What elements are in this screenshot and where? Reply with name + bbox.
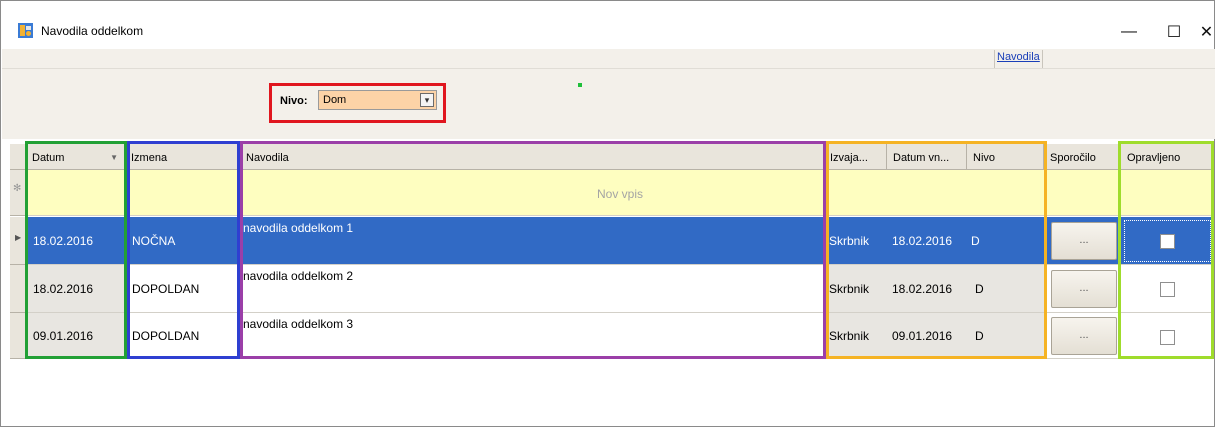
- close-button[interactable]: ✕: [1197, 17, 1215, 47]
- app-icon: [18, 23, 33, 38]
- minimize-button[interactable]: —: [1106, 17, 1152, 47]
- row-selector[interactable]: ▶: [10, 217, 26, 265]
- column-header-datum-vnosa[interactable]: Datum vn...: [887, 144, 967, 170]
- header-row-selector: [10, 144, 26, 170]
- sort-arrow-icon: ▼: [110, 153, 118, 162]
- chevron-down-icon[interactable]: ▾: [420, 93, 434, 107]
- cell-datum-vnosa[interactable]: 18.02.2016: [887, 217, 967, 265]
- asterisk-icon: ✻: [13, 183, 22, 194]
- column-header-nivo[interactable]: Nivo: [967, 144, 1044, 170]
- cell-navodila[interactable]: navodila oddelkom 2: [240, 265, 824, 313]
- current-row-icon: ▶: [15, 233, 22, 242]
- window-title: Navodila oddelkom: [41, 24, 144, 38]
- row-selector[interactable]: [10, 313, 26, 359]
- cell-izvaja[interactable]: Skrbnik: [824, 265, 887, 313]
- opravljeno-checkbox[interactable]: [1160, 330, 1175, 345]
- column-header-datum[interactable]: Datum ▼: [26, 144, 125, 170]
- nivo-select[interactable]: Dom ▾: [318, 90, 437, 110]
- cell-izmena[interactable]: DOPOLDAN: [125, 313, 240, 359]
- column-header-izmena[interactable]: Izmena: [125, 144, 240, 170]
- cell-datum[interactable]: 09.01.2016: [26, 313, 125, 359]
- app-window: Navodila oddelkom — ☐ ✕ Navodila Nivo: D…: [0, 0, 1215, 427]
- cell-izvaja[interactable]: Skrbnik: [824, 313, 887, 359]
- navodila-link[interactable]: Navodila: [994, 50, 1043, 68]
- opravljeno-checkbox[interactable]: [1160, 282, 1175, 297]
- column-header-sporocilo[interactable]: Sporočilo: [1044, 144, 1121, 170]
- filter-panel: [2, 69, 1215, 139]
- column-header-datum-label: Datum: [32, 152, 65, 164]
- new-row-placeholder: Nov vpis: [597, 187, 644, 201]
- cell-nivo[interactable]: D: [967, 217, 1044, 265]
- title-bar[interactable]: Navodila oddelkom — ☐ ✕: [1, 1, 1214, 49]
- cell-datum-vnosa[interactable]: 09.01.2016: [887, 313, 967, 359]
- cell-navodila[interactable]: navodila oddelkom 3: [240, 313, 824, 359]
- row-selector[interactable]: [10, 265, 26, 313]
- cell-izmena[interactable]: NOČNA: [125, 217, 240, 265]
- opravljeno-checkbox[interactable]: [1160, 234, 1175, 249]
- cell-navodila[interactable]: navodila oddelkom 1: [240, 217, 824, 265]
- nivo-value: Dom: [323, 94, 347, 106]
- cell-datum[interactable]: 18.02.2016: [26, 217, 125, 265]
- status-dot: [578, 83, 582, 87]
- column-header-opravljeno[interactable]: Opravljeno: [1121, 144, 1214, 170]
- sporocilo-button[interactable]: ...: [1051, 317, 1117, 355]
- sporocilo-button[interactable]: ...: [1051, 270, 1117, 308]
- column-header-navodila[interactable]: Navodila: [240, 144, 824, 170]
- new-row-selector[interactable]: ✻: [10, 170, 26, 216]
- cell-nivo[interactable]: D: [967, 313, 1044, 359]
- cell-datum[interactable]: 18.02.2016: [26, 265, 125, 313]
- cell-datum-vnosa[interactable]: 18.02.2016: [887, 265, 967, 313]
- cell-nivo[interactable]: D: [967, 265, 1044, 313]
- cell-izvaja[interactable]: Skrbnik: [824, 217, 887, 265]
- nivo-label: Nivo:: [280, 95, 308, 107]
- cell-izmena[interactable]: DOPOLDAN: [125, 265, 240, 313]
- column-header-izvaja[interactable]: Izvaja...: [824, 144, 887, 170]
- sporocilo-button[interactable]: ...: [1051, 222, 1117, 260]
- maximize-button[interactable]: ☐: [1151, 17, 1197, 47]
